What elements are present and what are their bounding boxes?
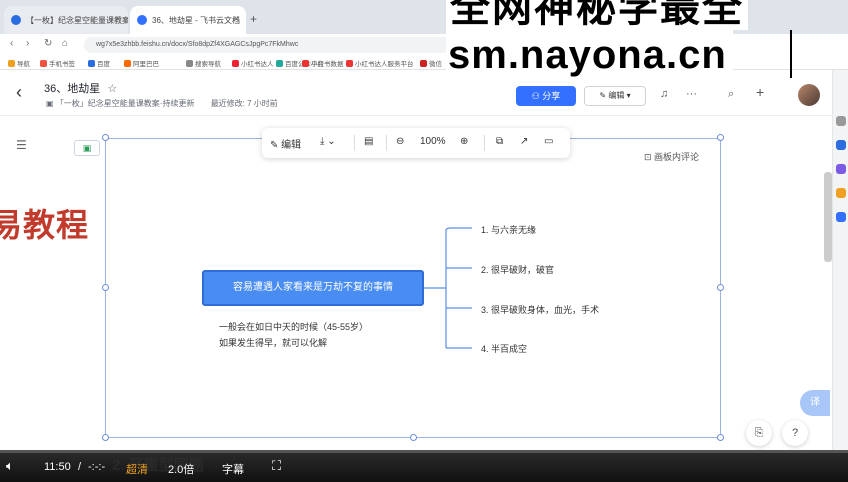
notification-bell-icon[interactable]: ♫ xyxy=(660,88,668,100)
text-cursor xyxy=(790,30,792,78)
sidebar-tool-icon[interactable] xyxy=(836,164,846,174)
add-icon[interactable]: + xyxy=(756,84,764,100)
bookmark-item[interactable]: 阿里巴巴 xyxy=(124,58,159,68)
mindmap-branch-node[interactable]: 4. 半百成空 xyxy=(481,342,527,355)
mindmap-branch-node[interactable]: 1. 与六亲无缘 xyxy=(481,223,536,236)
doc-info-icon[interactable]: ⎘ xyxy=(746,420,772,446)
more-options-icon[interactable]: ··· xyxy=(686,88,697,100)
speed-button[interactable]: 2.0倍 xyxy=(168,461,194,477)
bookmark-item[interactable]: 搜索导航 xyxy=(186,58,221,68)
right-sidebar-strip xyxy=(832,70,848,450)
forward-arrow-icon[interactable]: › xyxy=(26,38,29,49)
help-icon[interactable]: ? xyxy=(782,420,808,446)
tab-title: 【一枚】纪念星空能量课教案 91 · xyxy=(26,16,128,25)
reload-icon[interactable]: ↻ xyxy=(44,38,52,49)
back-chevron-icon[interactable]: ‹ xyxy=(16,82,22,103)
mindmap-branch-node[interactable]: 3. 很早破败身体，血光，手术 xyxy=(481,303,599,316)
volume-icon[interactable]: 🔈︎ xyxy=(6,458,14,474)
watermark-line-2: sm.nayona.cn xyxy=(446,30,733,82)
share-icon: ⚇ xyxy=(531,91,543,101)
bookmark-item[interactable]: 导航 xyxy=(8,58,30,68)
browser-tab-2[interactable]: 36、地劫星 - 飞书云文档 ✕ xyxy=(130,6,246,34)
pencil-icon: ✎ xyxy=(599,91,609,100)
mindmap-root-node[interactable]: 容易遭遇人家看来是万劫不复的事情 xyxy=(202,270,424,306)
share-button[interactable]: ⚇ 分享 xyxy=(516,86,576,106)
sidebar-tool-icon[interactable] xyxy=(836,140,846,150)
bookmark-item[interactable]: 小红书达人服务平台 xyxy=(346,58,414,68)
progress-bar[interactable] xyxy=(0,450,848,453)
bookmark-item[interactable]: 小红书数据 xyxy=(302,58,344,68)
edit-mode-button[interactable]: ✎ 编辑 ▾ xyxy=(584,86,646,106)
mindmap-branch-node[interactable]: 2. 很早破财，破官 xyxy=(481,263,554,276)
duration: -:-:- xyxy=(88,461,106,473)
sidebar-tool-icon[interactable] xyxy=(836,116,846,126)
search-icon[interactable]: ⌕ xyxy=(728,88,734,101)
sidebar-tool-icon[interactable] xyxy=(836,188,846,198)
breadcrumb-link[interactable]: 「一枚」纪念星空能量课教案·持续更新 xyxy=(56,99,195,108)
note-line: 一般会在如日中天的时候（45-55岁） xyxy=(219,322,369,332)
bookmark-item[interactable]: 小红书达人 xyxy=(232,58,274,68)
last-modified-text: 最近修改: 7 小时前 xyxy=(210,99,278,108)
note-line: 如果发生得早，就可以化解 xyxy=(219,338,328,348)
bookmark-item[interactable]: 微信 xyxy=(420,58,442,68)
vertical-scrollbar[interactable] xyxy=(824,172,832,262)
fullscreen-icon[interactable]: ⛶ xyxy=(272,458,281,474)
favorite-star-icon[interactable]: ☆ xyxy=(107,83,117,95)
current-time: 11:50 xyxy=(44,461,71,473)
subtitles-button[interactable]: 字幕 xyxy=(222,461,244,477)
tab-favicon-icon xyxy=(11,15,21,25)
back-arrow-icon[interactable]: ‹ xyxy=(10,38,13,49)
new-tab-button[interactable]: + xyxy=(250,12,257,26)
watermark-line-1: 全网神秘学最全 xyxy=(446,0,748,30)
tab-favicon-icon xyxy=(137,15,147,25)
bookmark-item[interactable]: 手机书签 xyxy=(40,58,75,68)
translate-button[interactable]: 译 xyxy=(800,390,830,416)
wiki-icon: ▣ xyxy=(46,99,56,108)
doc-breadcrumb: ▣ 「一枚」纪念星空能量课教案·持续更新 最近修改: 7 小时前 xyxy=(46,98,278,109)
quality-button[interactable]: 超清 xyxy=(126,461,148,477)
sidebar-tool-icon[interactable] xyxy=(836,212,846,222)
tab-title: 36、地劫星 - 飞书云文档 xyxy=(152,16,241,25)
browser-tab-1[interactable]: 【一枚】纪念星空能量课教案 91 · ✕ xyxy=(4,6,128,34)
screen: 【一枚】纪念星空能量课教案 91 · ✕ 36、地劫星 - 飞书云文档 ✕ + … xyxy=(0,0,848,482)
home-icon[interactable]: ⌂ xyxy=(62,38,68,49)
doc-title-text: 36、地劫星 xyxy=(44,83,101,95)
tab-close-icon[interactable]: ✕ xyxy=(114,14,122,25)
user-avatar[interactable] xyxy=(798,84,820,106)
time-separator: / xyxy=(78,461,82,473)
doc-title: 36、地劫星 ☆ xyxy=(44,80,117,96)
tab-close-icon[interactable]: ✕ xyxy=(232,14,240,25)
edit-label: 编辑 xyxy=(608,91,625,100)
bookmark-item[interactable]: 百度 xyxy=(88,58,110,68)
mindmap-note[interactable]: 一般会在如日中天的时候（45-55岁） 如果发生得早，就可以化解 xyxy=(219,319,368,351)
whiteboard-canvas: ☰ 易教程 ▣ ✎ 编辑 ⤓ ⌄ ▤ ⊖ 100% ⊕ ⧉ ↗ ▭ ⊡ 画板内评… xyxy=(0,116,832,450)
share-label: 分享 xyxy=(542,91,561,101)
